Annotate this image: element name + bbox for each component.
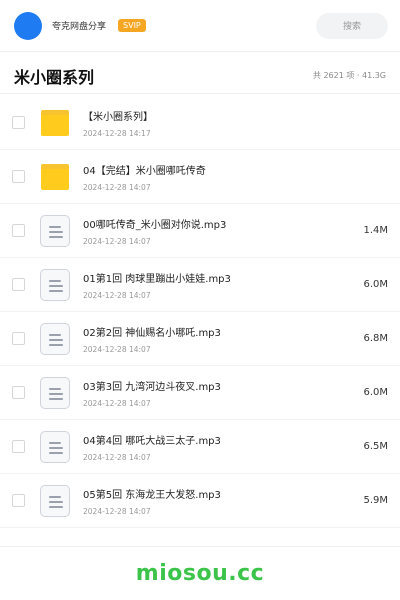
item-name: 【米小圈系列】 [83, 111, 153, 123]
item-size: 5.9M [363, 495, 388, 506]
document-icon [39, 268, 71, 301]
list-item[interactable]: 04【完结】米小圈哪吒传奇 2024-12-28 14:07 [0, 150, 400, 204]
row-checkbox[interactable] [12, 332, 25, 345]
item-size: 6.8M [363, 333, 388, 344]
item-meta: 04第4回 哪吒大战三太子.mp3 2024-12-28 14:07 [83, 432, 355, 462]
list-item[interactable]: 【米小圈系列】 2024-12-28 14:17 [0, 96, 400, 150]
item-name: 00哪吒传奇_米小圈对你说.mp3 [83, 219, 227, 231]
row-checkbox[interactable] [12, 494, 25, 507]
item-meta: 05第5回 东海龙王大发怒.mp3 2024-12-28 14:07 [83, 486, 355, 516]
folder-summary: 共 2621 项 · 41.3G [312, 71, 386, 80]
document-icon [39, 484, 71, 517]
document-icon [39, 214, 71, 247]
item-size: 1.4M [363, 225, 388, 236]
svip-badge: SVIP [118, 19, 146, 32]
item-date: 2024-12-28 14:07 [83, 182, 151, 192]
file-list: 【米小圈系列】 2024-12-28 14:17 04【完结】米小圈哪吒传奇 2… [0, 96, 400, 528]
item-name: 04第4回 哪吒大战三太子.mp3 [83, 435, 221, 447]
list-item[interactable]: 00哪吒传奇_米小圈对你说.mp3 2024-12-28 14:07 1.4M [0, 204, 400, 258]
avatar[interactable] [14, 11, 42, 40]
row-checkbox[interactable] [12, 386, 25, 399]
item-date: 2024-12-28 14:07 [83, 236, 151, 246]
list-item[interactable]: 05第5回 东海龙王大发怒.mp3 2024-12-28 14:07 5.9M [0, 474, 400, 528]
page-title: 米小圈系列 [14, 67, 95, 87]
app-name: 夸克网盘分享 [52, 22, 107, 32]
search-label: 搜索 [342, 22, 361, 32]
item-meta: 03第3回 九湾河边斗夜叉.mp3 2024-12-28 14:07 [83, 378, 355, 408]
item-date: 2024-12-28 14:07 [83, 452, 151, 462]
item-meta: 02第2回 神仙赐名小哪吒.mp3 2024-12-28 14:07 [83, 324, 355, 354]
row-checkbox[interactable] [12, 278, 25, 291]
item-meta: 【米小圈系列】 2024-12-28 14:17 [83, 108, 380, 138]
document-icon [39, 430, 71, 463]
item-date: 2024-12-28 14:07 [83, 290, 151, 300]
list-item[interactable]: 04第4回 哪吒大战三太子.mp3 2024-12-28 14:07 6.5M [0, 420, 400, 474]
item-meta: 04【完结】米小圈哪吒传奇 2024-12-28 14:07 [83, 162, 380, 192]
folder-header: 米小圈系列 共 2621 项 · 41.3G [0, 58, 400, 94]
item-meta: 00哪吒传奇_米小圈对你说.mp3 2024-12-28 14:07 [83, 216, 355, 246]
row-checkbox[interactable] [12, 224, 25, 237]
list-item[interactable]: 02第2回 神仙赐名小哪吒.mp3 2024-12-28 14:07 6.8M [0, 312, 400, 366]
list-item[interactable]: 01第1回 肉球里蹦出小娃娃.mp3 2024-12-28 14:07 6.0M [0, 258, 400, 312]
list-item[interactable]: 03第3回 九湾河边斗夜叉.mp3 2024-12-28 14:07 6.0M [0, 366, 400, 420]
item-meta: 01第1回 肉球里蹦出小娃娃.mp3 2024-12-28 14:07 [83, 270, 355, 300]
item-size: 6.5M [363, 441, 388, 452]
item-name: 01第1回 肉球里蹦出小娃娃.mp3 [83, 273, 231, 285]
item-name: 02第2回 神仙赐名小哪吒.mp3 [83, 327, 221, 339]
item-size: 6.0M [363, 279, 388, 290]
document-icon [39, 376, 71, 409]
document-icon [39, 322, 71, 355]
search-button[interactable]: 搜索 [316, 12, 388, 39]
footer: miosou.cc [0, 546, 400, 600]
item-size: 6.0M [363, 387, 388, 398]
row-checkbox[interactable] [12, 116, 25, 129]
item-name: 03第3回 九湾河边斗夜叉.mp3 [83, 381, 221, 393]
item-name: 04【完结】米小圈哪吒传奇 [83, 165, 206, 177]
folder-icon [39, 107, 71, 139]
item-date: 2024-12-28 14:07 [83, 398, 151, 408]
item-name: 05第5回 东海龙王大发怒.mp3 [83, 489, 221, 501]
item-date: 2024-12-28 14:17 [83, 128, 151, 138]
top-bar: 夸克网盘分享 SVIP 搜索 [0, 0, 400, 52]
watermark: miosou.cc [135, 561, 265, 586]
item-date: 2024-12-28 14:07 [83, 344, 151, 354]
row-checkbox[interactable] [12, 170, 25, 183]
folder-icon [39, 161, 71, 193]
row-checkbox[interactable] [12, 440, 25, 453]
item-date: 2024-12-28 14:07 [83, 506, 151, 516]
